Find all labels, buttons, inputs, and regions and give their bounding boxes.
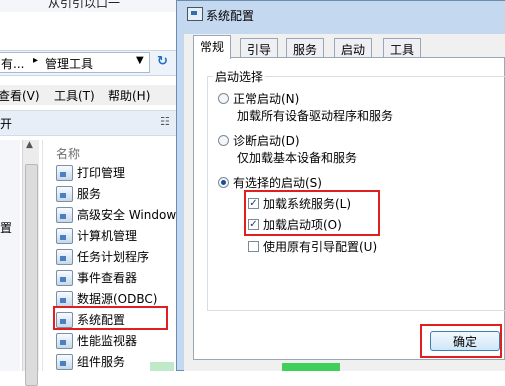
refresh-icon[interactable]: ↻ (157, 54, 175, 70)
breadcrumb-current[interactable]: 管理工具 (45, 55, 93, 72)
selective-startup-label[interactable]: 有选择的启动(S) (233, 174, 322, 191)
change-view-icon[interactable]: ☷ (160, 115, 170, 128)
firewall-icon (56, 207, 73, 223)
address-bar[interactable]: 有... ▸ 管理工具 ▼ (0, 52, 150, 73)
scrollbar-thumb[interactable] (25, 164, 38, 386)
component-services-icon (56, 354, 73, 370)
diagnostic-startup-radio[interactable] (218, 135, 229, 146)
nav-item-partial[interactable]: 置 (0, 219, 12, 236)
normal-startup-label[interactable]: 正常启动(N) (233, 90, 299, 107)
list-item[interactable]: 服务 (56, 183, 178, 204)
file-list: 打印管理 服务 高级安全 Windows 计算机管理 任务计划程序 事件查看器 … (56, 162, 178, 372)
highlight-box-system-config (53, 306, 168, 330)
list-item[interactable]: 事件查看器 (56, 267, 178, 288)
use-original-boot-checkbox[interactable] (248, 241, 259, 252)
window-top-strip: 从引引以口一 (0, 0, 180, 12)
normal-startup-desc: 加载所有设备驱动程序和服务 (237, 109, 394, 123)
highlight-box-checkboxes (244, 190, 380, 236)
background-window-fragment (282, 363, 340, 371)
scroll-up-icon[interactable]: ▲ (26, 140, 33, 150)
list-item[interactable]: 任务计划程序 (56, 246, 178, 267)
list-item-label: 组件服务 (77, 355, 126, 369)
list-item[interactable]: 高级安全 Windows (56, 204, 178, 225)
msconfig-title-icon (187, 7, 203, 21)
event-viewer-icon (56, 270, 73, 286)
performance-monitor-icon (56, 333, 73, 349)
selective-startup-radio[interactable] (218, 177, 229, 188)
breadcrumb-separator-icon[interactable]: ▸ (33, 55, 38, 66)
highlight-box-ok (420, 324, 502, 358)
pane-divider[interactable] (42, 140, 43, 371)
tab-tools[interactable]: 工具 (383, 38, 422, 57)
tab-general[interactable]: 常规 (193, 35, 232, 59)
address-dropdown-icon[interactable]: ▼ (136, 55, 144, 66)
diagnostic-startup-desc: 仅加载基本设备和服务 (237, 151, 358, 165)
list-item-label: 任务计划程序 (77, 250, 150, 264)
list-item-label: 计算机管理 (77, 229, 138, 243)
command-toolbar: 开 ☷ (0, 110, 180, 136)
list-item-label: 事件查看器 (77, 271, 138, 285)
list-item-label: 数据源(ODBC) (77, 292, 158, 306)
menu-tools[interactable]: 工具(T) (54, 87, 95, 104)
dialog-title: 系统配置 (206, 9, 255, 23)
open-button[interactable]: 开 (0, 115, 12, 132)
print-management-icon (56, 165, 73, 181)
tab-services[interactable]: 服务 (286, 38, 325, 57)
partial-title-text: 从引引以口一 (48, 0, 121, 10)
list-item-label: 服务 (77, 187, 102, 201)
diagnostic-startup-label[interactable]: 诊断启动(D) (233, 132, 300, 149)
breadcrumb-previous[interactable]: 有... (1, 55, 24, 72)
menu-help[interactable]: 帮助(H) (108, 87, 150, 104)
list-item[interactable]: 性能监视器 (56, 330, 178, 351)
services-icon (56, 186, 73, 202)
tab-startup[interactable]: 启动 (334, 38, 373, 57)
background-window-fragment (150, 362, 174, 371)
computer-management-icon (56, 228, 73, 244)
menu-bar: 查看(V) 工具(T) 帮助(H) (0, 85, 180, 105)
tab-boot[interactable]: 引导 (240, 38, 279, 57)
group-title: 启动选择 (213, 68, 266, 85)
normal-startup-radio[interactable] (218, 93, 229, 104)
use-original-boot-label[interactable]: 使用原有引导配置(U) (263, 238, 377, 255)
list-item-label: 性能监视器 (77, 334, 138, 348)
column-header-name[interactable]: 名称 (56, 145, 80, 162)
list-item[interactable]: 打印管理 (56, 162, 178, 183)
list-item-label: 打印管理 (77, 166, 126, 180)
nav-pane-scrollbar[interactable]: ▲ (22, 140, 39, 386)
list-item-label: 高级安全 Windows (77, 208, 178, 222)
odbc-icon (56, 291, 73, 307)
list-item[interactable]: 计算机管理 (56, 225, 178, 246)
navigation-pane (0, 140, 20, 371)
menu-view[interactable]: 查看(V) (0, 87, 40, 104)
task-scheduler-icon (56, 249, 73, 265)
